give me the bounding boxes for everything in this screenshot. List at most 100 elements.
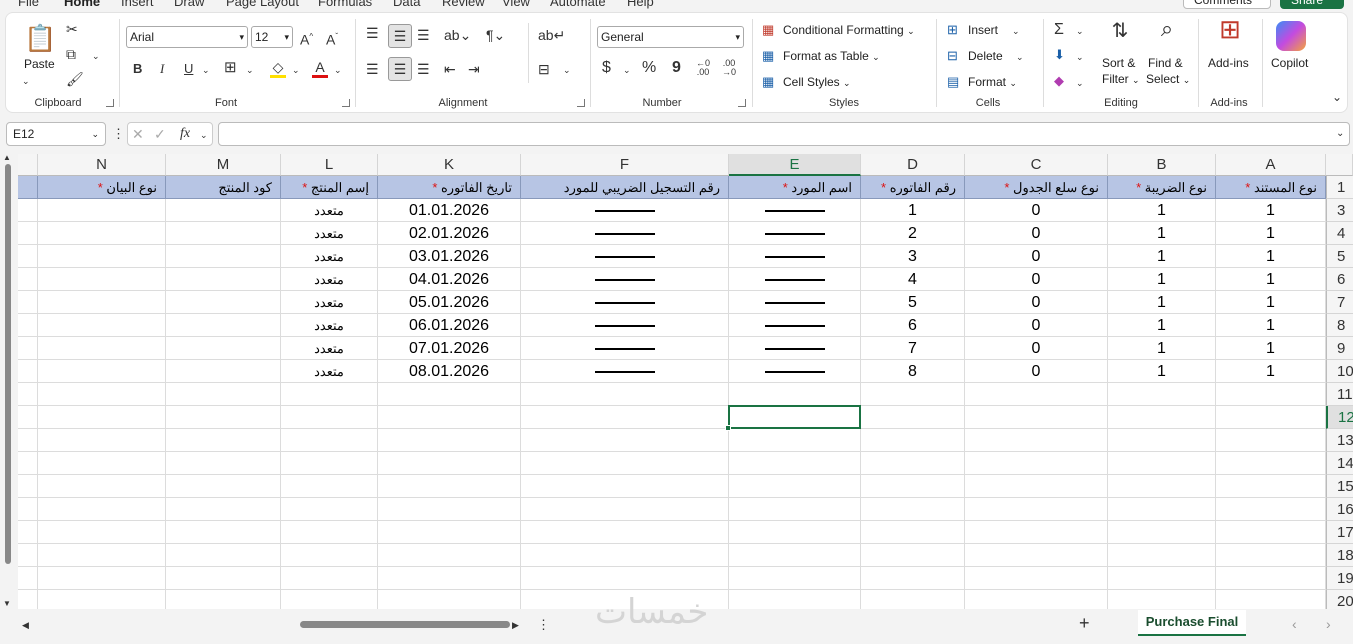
- cell-e3[interactable]: [729, 199, 861, 222]
- font-name-select[interactable]: Arial ▾: [126, 26, 248, 48]
- cell-m9[interactable]: [166, 337, 281, 360]
- cell-a7[interactable]: 1: [1216, 291, 1326, 314]
- cell-l16[interactable]: [281, 498, 378, 521]
- cell-a14[interactable]: [1216, 452, 1326, 475]
- borders-icon[interactable]: ⊞: [224, 60, 237, 76]
- cell-n20[interactable]: [38, 590, 166, 609]
- cell-m12[interactable]: [166, 406, 281, 429]
- chevron-down-icon[interactable]: ⌄: [1012, 23, 1020, 39]
- row-header-13[interactable]: 13: [1326, 429, 1353, 452]
- insert-function-button[interactable]: fx: [180, 126, 190, 142]
- more-options-icon[interactable]: ⋮: [537, 617, 550, 633]
- cell-n11[interactable]: [38, 383, 166, 406]
- chevron-down-icon[interactable]: ⌄: [202, 62, 210, 78]
- cell-d19[interactable]: [861, 567, 965, 590]
- vertical-scrollbar[interactable]: ▲ ▼: [3, 153, 12, 608]
- cell-n16[interactable]: [38, 498, 166, 521]
- cell-c7[interactable]: 0: [965, 291, 1108, 314]
- cell-c18[interactable]: [965, 544, 1108, 567]
- chevron-down-icon[interactable]: ⌄: [1076, 75, 1084, 91]
- cell-k20[interactable]: [378, 590, 521, 609]
- clear-icon[interactable]: ◆: [1054, 73, 1064, 89]
- row-header-1[interactable]: 1: [1326, 176, 1353, 199]
- cell-k5[interactable]: 03.01.2026: [378, 245, 521, 268]
- cell-l20[interactable]: [281, 590, 378, 609]
- cell-f8[interactable]: [521, 314, 729, 337]
- cell-a18[interactable]: [1216, 544, 1326, 567]
- cell-b13[interactable]: [1108, 429, 1216, 452]
- cell-a17[interactable]: [1216, 521, 1326, 544]
- column-header-b[interactable]: B: [1108, 154, 1216, 176]
- cell-b17[interactable]: [1108, 521, 1216, 544]
- cell-k17[interactable]: [378, 521, 521, 544]
- dialog-launcher-icon[interactable]: [342, 99, 350, 107]
- cell-n18[interactable]: [38, 544, 166, 567]
- cell-k13[interactable]: [378, 429, 521, 452]
- tab-insert[interactable]: Insert: [121, 0, 154, 9]
- tab-data[interactable]: Data: [393, 0, 420, 9]
- cell-l4[interactable]: متعدد: [281, 222, 378, 245]
- header-cell-d[interactable]: رقم الفاتوره *: [861, 176, 965, 199]
- cell-d4[interactable]: 2: [861, 222, 965, 245]
- cell-a6[interactable]: 1: [1216, 268, 1326, 291]
- cell-m14[interactable]: [166, 452, 281, 475]
- cell-l3[interactable]: متعدد: [281, 199, 378, 222]
- increase-font-icon[interactable]: A^: [300, 29, 313, 48]
- tab-help[interactable]: Help: [627, 0, 654, 9]
- cell-f6[interactable]: [521, 268, 729, 291]
- cell-m16[interactable]: [166, 498, 281, 521]
- italic-button[interactable]: I: [160, 61, 164, 77]
- cancel-icon[interactable]: ✕: [132, 126, 144, 142]
- cell-k11[interactable]: [378, 383, 521, 406]
- delete-button[interactable]: Delete: [968, 49, 1003, 63]
- row-header-6[interactable]: 6: [1326, 268, 1353, 291]
- row-header-4[interactable]: 4: [1326, 222, 1353, 245]
- cell-f19[interactable]: [521, 567, 729, 590]
- horizontal-scroll-thumb[interactable]: [300, 621, 510, 628]
- more-options-icon[interactable]: ⋮: [112, 126, 125, 142]
- cell-b20[interactable]: [1108, 590, 1216, 609]
- cell-f7[interactable]: [521, 291, 729, 314]
- cell-d14[interactable]: [861, 452, 965, 475]
- cell-l19[interactable]: [281, 567, 378, 590]
- cell-e18[interactable]: [729, 544, 861, 567]
- cell-e15[interactable]: [729, 475, 861, 498]
- cell-n19[interactable]: [38, 567, 166, 590]
- cell[interactable]: [18, 176, 38, 199]
- merge-center-icon[interactable]: ⊟: [538, 61, 550, 77]
- expand-formula-icon[interactable]: ⌄: [1336, 126, 1344, 142]
- cell[interactable]: [18, 245, 38, 268]
- fill-color-icon[interactable]: ◇: [270, 59, 286, 78]
- cell[interactable]: [18, 498, 38, 521]
- find-select-label[interactable]: Find &: [1148, 56, 1183, 70]
- cell-e5[interactable]: [729, 245, 861, 268]
- cell-f11[interactable]: [521, 383, 729, 406]
- cell-b14[interactable]: [1108, 452, 1216, 475]
- column-header[interactable]: [18, 154, 38, 176]
- cell-a11[interactable]: [1216, 383, 1326, 406]
- cell-d16[interactable]: [861, 498, 965, 521]
- cell-f14[interactable]: [521, 452, 729, 475]
- scroll-right-icon[interactable]: ▶: [512, 617, 519, 633]
- cell-m4[interactable]: [166, 222, 281, 245]
- cell-d6[interactable]: 4: [861, 268, 965, 291]
- autosum-icon[interactable]: Σ: [1054, 22, 1064, 38]
- chevron-down-icon[interactable]: ⌄: [334, 62, 342, 78]
- header-cell-l[interactable]: إسم المنتج *: [281, 176, 378, 199]
- chevron-down-icon[interactable]: ⌄: [22, 73, 30, 89]
- cell-a3[interactable]: 1: [1216, 199, 1326, 222]
- cell-d10[interactable]: 8: [861, 360, 965, 383]
- cell-d5[interactable]: 3: [861, 245, 965, 268]
- percent-button[interactable]: %: [642, 60, 656, 76]
- align-right-icon[interactable]: ☰: [417, 61, 430, 77]
- cell-b15[interactable]: [1108, 475, 1216, 498]
- cell-a12[interactable]: [1216, 406, 1326, 429]
- cell-f4[interactable]: [521, 222, 729, 245]
- paste-icon[interactable]: 📋: [24, 21, 56, 55]
- tab-view[interactable]: View: [502, 0, 530, 9]
- formula-input[interactable]: [218, 122, 1350, 146]
- chevron-down-icon[interactable]: ⌄: [1076, 49, 1084, 65]
- cell-e14[interactable]: [729, 452, 861, 475]
- cell-b9[interactable]: 1: [1108, 337, 1216, 360]
- cell-d20[interactable]: [861, 590, 965, 609]
